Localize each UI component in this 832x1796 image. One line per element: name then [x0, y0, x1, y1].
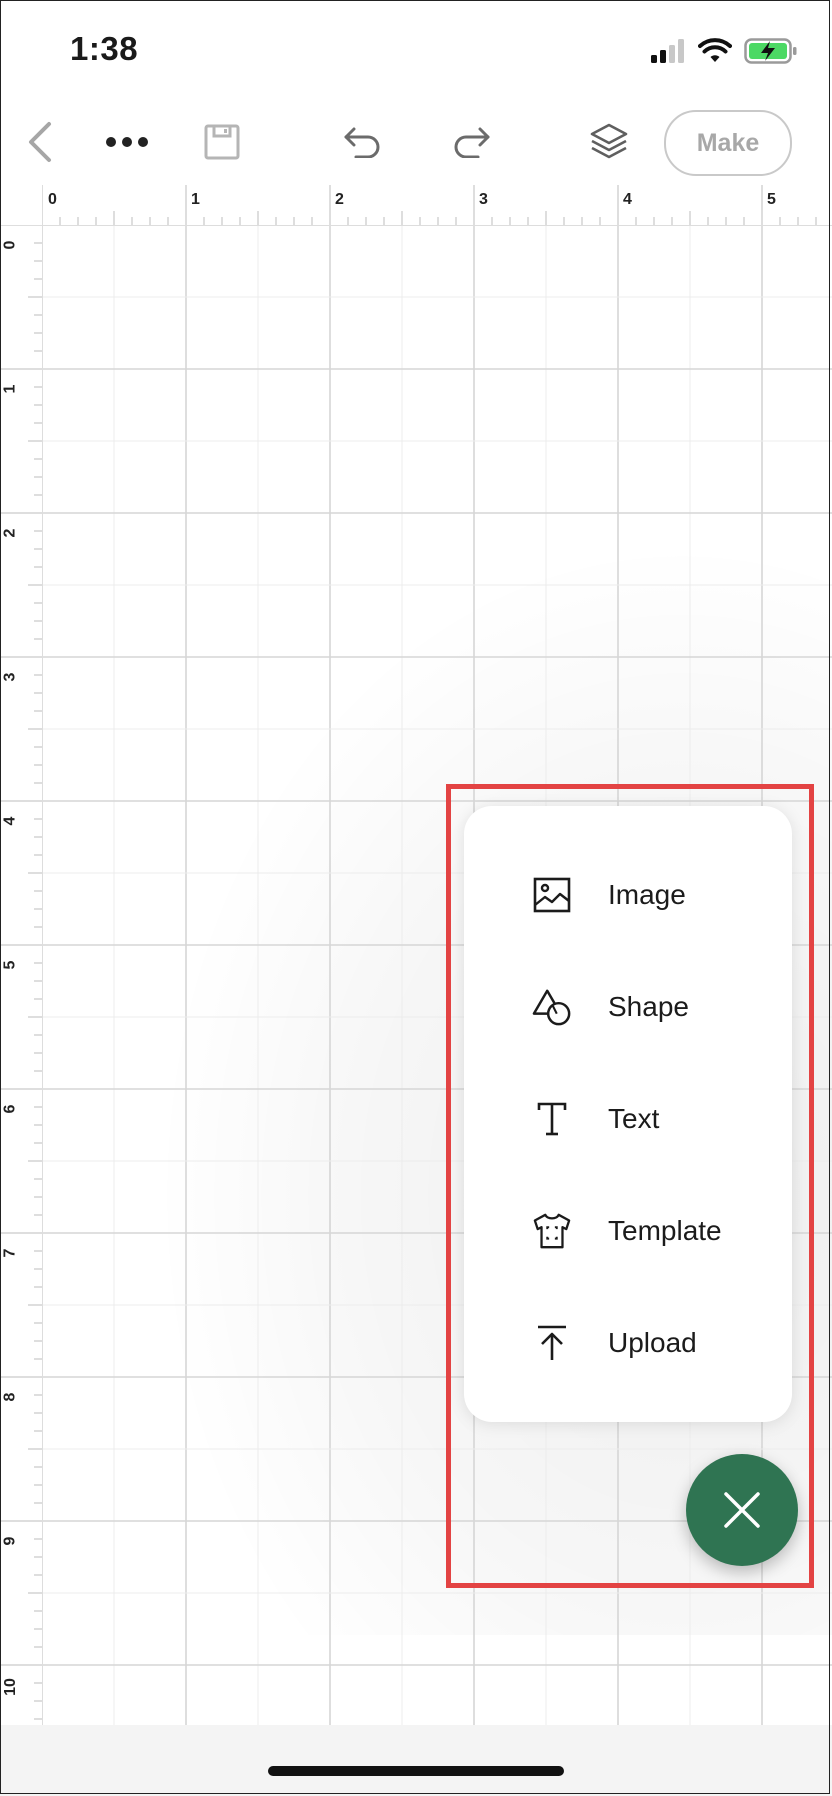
ruler-top-label: 1: [191, 191, 200, 208]
save-button[interactable]: [200, 100, 244, 184]
redo-icon: [454, 127, 490, 158]
ruler-left-label: 4: [1, 816, 19, 826]
wifi-icon: [698, 38, 732, 62]
chevron-left-icon: [29, 122, 51, 162]
more-dots-icon: [106, 137, 148, 147]
layers-icon: [590, 123, 628, 159]
cellular-signal-icon: [651, 39, 684, 63]
ruler-top-label: 3: [479, 191, 488, 208]
status-icons: [650, 36, 798, 66]
make-button[interactable]: Make: [664, 110, 792, 176]
layers-button[interactable]: [586, 100, 632, 184]
ruler-top-label: 2: [335, 191, 344, 208]
ruler-top-label: 0: [48, 191, 57, 208]
home-indicator: [268, 1766, 564, 1776]
battery-charging-icon: [744, 38, 797, 64]
ruler-left-label: 3: [1, 672, 19, 682]
ruler-left-label: 1: [1, 384, 19, 394]
undo-button[interactable]: [338, 100, 386, 184]
undo-icon: [344, 127, 380, 158]
bottom-safe-area: [0, 1725, 832, 1796]
ruler-horizontal: 0 1 2 3 4 5: [0, 185, 832, 226]
ruler-left-label: 0: [1, 240, 19, 250]
status-bar: 1:38: [0, 0, 832, 100]
back-button[interactable]: [20, 100, 60, 184]
ruler-left-label: 10: [1, 1678, 19, 1696]
redo-button[interactable]: [448, 100, 496, 184]
status-time: 1:38: [70, 30, 139, 67]
more-options-button[interactable]: [100, 100, 154, 184]
ruler-left-label: 2: [1, 528, 19, 538]
ruler-vertical: 0 1 2 3 4 5 6 7 8 9 10: [0, 185, 43, 1725]
ruler-left-label: 5: [1, 960, 19, 970]
ruler-left-label: 9: [1, 1536, 19, 1546]
toolbar: Make: [0, 100, 832, 184]
ruler-left-label: 8: [1, 1392, 19, 1402]
ruler-top-label: 5: [767, 191, 776, 208]
ruler-left-label: 6: [1, 1104, 19, 1114]
ruler-corner: [0, 185, 42, 225]
ruler-top-label: 4: [623, 191, 632, 208]
highlight-annotation-box: [446, 784, 814, 1588]
save-icon: [204, 124, 240, 160]
ruler-left-label: 7: [1, 1248, 19, 1258]
